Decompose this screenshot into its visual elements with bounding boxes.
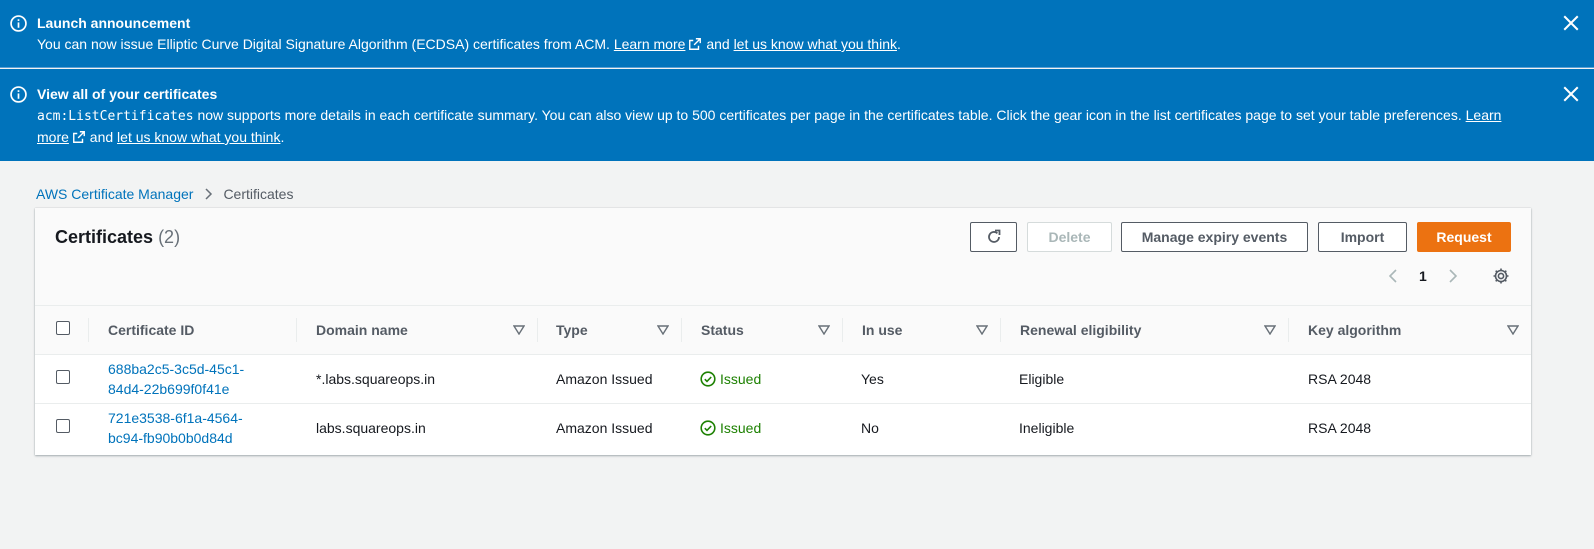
certificate-type: Amazon Issued (537, 354, 681, 404)
success-icon (700, 420, 716, 436)
breadcrumb-current: Certificates (223, 186, 294, 202)
external-link-icon (689, 38, 702, 50)
table-row[interactable]: 721e3538-6f1a-4564- bc94-fb90b0b0d84d lab… (35, 403, 1531, 452)
external-link-icon (72, 131, 85, 143)
page-number[interactable]: 1 (1419, 268, 1427, 284)
select-all-checkbox[interactable] (56, 321, 70, 336)
column-header[interactable]: In use (862, 322, 902, 338)
chevron-right-icon (205, 188, 213, 200)
certificates-table: Certificate ID Domain name Type Status I… (35, 306, 1531, 452)
gear-icon[interactable] (1492, 267, 1510, 285)
domain-name: *.labs.squareops.in (296, 354, 537, 404)
delete-button[interactable]: Delete (1027, 222, 1112, 252)
manage-expiry-events-button[interactable]: Manage expiry events (1121, 222, 1308, 252)
page-title: Certificates (2) (55, 227, 181, 247)
certificate-type: Amazon Issued (556, 419, 653, 436)
status-badge: Issued (700, 420, 842, 436)
breadcrumb: AWS Certificate Manager Certificates (36, 186, 293, 202)
column-header[interactable]: Type (556, 322, 588, 338)
column-header[interactable]: Domain name (316, 322, 408, 338)
certificate-id-link[interactable]: 721e3538-6f1a-4564- bc94-fb90b0b0d84d (108, 408, 296, 448)
request-button[interactable]: Request (1417, 222, 1511, 252)
banner-title: Launch announcement (37, 15, 191, 31)
info-icon (10, 15, 27, 32)
row-checkbox[interactable] (56, 419, 70, 434)
chevron-left-icon[interactable] (1387, 269, 1399, 283)
renewal-eligibility: Ineligible (1019, 419, 1075, 436)
key-algorithm: RSA 2048 (1308, 419, 1372, 436)
table-row[interactable]: 688ba2c5-3c5d-45c1- 84d4-22b699f0f41e *.l… (35, 354, 1531, 404)
domain-name: labs.squareops.in (316, 419, 426, 436)
breadcrumb-root-link[interactable]: AWS Certificate Manager (36, 186, 193, 202)
in-use: Yes (842, 354, 1000, 404)
sort-icon[interactable] (513, 325, 525, 335)
info-icon (10, 86, 27, 103)
column-header[interactable]: Renewal eligibility (1020, 322, 1141, 338)
renewal-eligibility: Eligible (1000, 354, 1288, 404)
sort-icon[interactable] (1507, 325, 1519, 335)
pagination: 1 (1387, 266, 1459, 286)
sort-icon[interactable] (657, 325, 669, 335)
feedback-link[interactable]: let us know what you think (734, 36, 897, 52)
close-icon[interactable] (1562, 85, 1580, 103)
row-checkbox[interactable] (56, 370, 70, 384)
import-button[interactable]: Import (1318, 222, 1407, 252)
feedback-link[interactable]: let us know what you think (117, 129, 280, 145)
close-icon[interactable] (1562, 14, 1580, 32)
column-header[interactable]: Status (701, 322, 744, 338)
key-algorithm: RSA 2048 (1288, 354, 1531, 404)
panel-header: Certificates (2) Delete Manage expiry ev… (35, 208, 1531, 306)
in-use: No (861, 419, 879, 436)
refresh-icon (987, 229, 1000, 243)
status-badge: Issued (700, 371, 842, 387)
success-icon (700, 370, 716, 387)
column-header[interactable]: Key algorithm (1308, 322, 1401, 338)
refresh-button[interactable] (970, 222, 1017, 252)
certificates-announcement-banner: View all of your certificates acm:ListCe… (0, 69, 1594, 161)
banner-title: View all of your certificates (37, 86, 218, 102)
learn-more-link[interactable]: Learn more (614, 36, 703, 52)
sort-icon[interactable] (1264, 325, 1276, 335)
launch-announcement-banner: Launch announcement You can now issue El… (0, 0, 1594, 68)
certificates-panel: Certificates (2) Delete Manage expiry ev… (35, 208, 1531, 455)
sort-icon[interactable] (818, 325, 830, 335)
column-header: Certificate ID (108, 321, 195, 338)
certificate-count: (2) (158, 227, 181, 247)
banner-text: You can now issue Elliptic Curve Digital… (37, 36, 901, 52)
banner-text: acm:ListCertificates now supports more d… (37, 107, 1502, 145)
chevron-right-icon[interactable] (1447, 269, 1459, 283)
sort-icon[interactable] (976, 325, 988, 335)
table-header-row: Certificate ID Domain name Type Status I… (35, 306, 1531, 355)
certificate-id-link[interactable]: 688ba2c5-3c5d-45c1- 84d4-22b699f0f41e (108, 359, 296, 399)
